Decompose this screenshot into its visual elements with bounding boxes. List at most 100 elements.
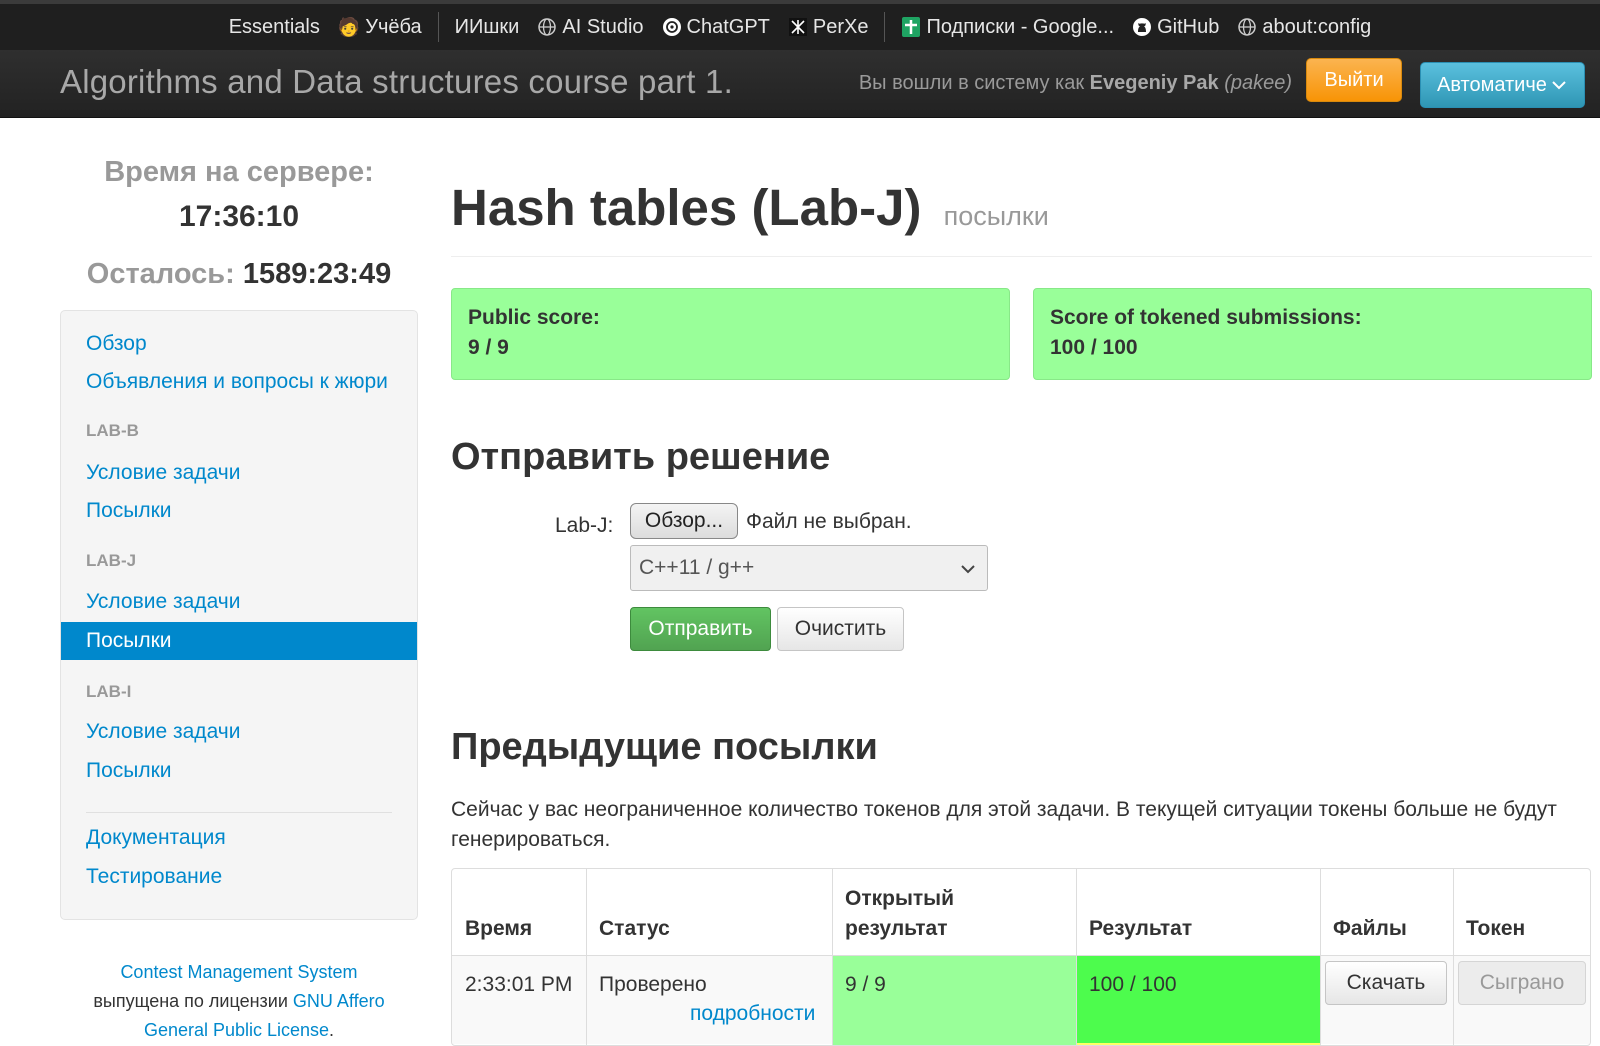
sidebar-item-testing[interactable]: Тестирование	[61, 858, 417, 896]
previous-submissions-heading: Предыдущие посылки	[451, 726, 878, 768]
token-score-value: 100 / 100	[1050, 336, 1138, 359]
header-status: Статус	[599, 917, 670, 940]
time-remaining: Осталось: 1589:23:49	[60, 258, 418, 291]
bookmark-ai-studio[interactable]: AI Studio	[528, 16, 652, 39]
bookmark-label: Учёба	[365, 15, 422, 38]
sidebar-header-lab-i: LAB-I	[86, 682, 132, 701]
header-time: Время	[465, 917, 533, 940]
login-info: Вы вошли в систему как Evegeniy Pak (pak…	[859, 72, 1292, 95]
language-dropdown[interactable]: Автоматиче	[1420, 62, 1585, 108]
submit-heading: Отправить решение	[451, 436, 831, 478]
cms-link[interactable]: Contest Management System	[120, 962, 357, 982]
top-navbar: Algorithms and Data structures course pa…	[0, 50, 1600, 118]
sheets-icon	[901, 16, 921, 38]
bookmark-github[interactable]: GitHub	[1123, 16, 1228, 39]
column-divider	[586, 869, 587, 1045]
bookmark-label: PerXe	[812, 15, 869, 38]
table-header-divider	[452, 955, 1590, 956]
sidebar-item-lab-i-statement[interactable]: Условие задачи	[61, 713, 417, 751]
footer-released-text: выпущена по лицензии	[93, 991, 288, 1011]
clear-button[interactable]: Очистить	[777, 607, 904, 651]
bookmark-study[interactable]: 🧑 Учёба	[329, 16, 431, 39]
footer: Contest Management System выпущена по ли…	[60, 958, 418, 1045]
token-score-box: Score of tokened submissions: 100 / 100	[1033, 288, 1592, 380]
bookmark-label: ИИшки	[454, 15, 520, 38]
server-time-label: Время на сервере:	[104, 156, 374, 188]
bookmark-label: about:config	[1262, 15, 1372, 38]
submit-button[interactable]: Отправить	[630, 607, 771, 651]
chatgpt-icon	[662, 17, 682, 37]
time-remaining-label: Осталось:	[86, 258, 235, 290]
bookmark-about-config[interactable]: about:config	[1228, 16, 1380, 39]
sidebar-item-lab-j-submissions[interactable]: Посылки	[61, 622, 417, 660]
browse-file-button[interactable]: Обзор...	[630, 503, 738, 539]
row-status: Проверено	[599, 973, 707, 996]
login-prefix: Вы вошли в систему как	[858, 72, 1085, 94]
logout-button[interactable]: Выйти	[1306, 58, 1402, 102]
footer-period: .	[329, 1020, 335, 1040]
bookmark-label: Essentials	[228, 15, 320, 38]
row-public-result: 9 / 9	[845, 973, 886, 996]
sidebar-item-overview[interactable]: Обзор	[61, 325, 417, 363]
bookmark-chatgpt[interactable]: ChatGPT	[653, 16, 779, 39]
public-score-label: Public score:	[468, 306, 600, 329]
bookmark-label: AI Studio	[562, 15, 644, 38]
result-cell	[1076, 956, 1320, 1045]
submissions-table: Время Статус Открытый результат Результа…	[451, 868, 1591, 1046]
github-icon	[1132, 17, 1152, 37]
row-result: 100 / 100	[1089, 973, 1177, 996]
public-score-box: Public score: 9 / 9	[451, 288, 1010, 380]
header-result: Результат	[1089, 917, 1193, 940]
bookmark-label: ChatGPT	[686, 15, 770, 38]
bookmark-label: GitHub	[1157, 15, 1220, 38]
license-link-part-2[interactable]: General Public License	[144, 1020, 329, 1040]
sidebar-item-lab-b-statement[interactable]: Условие задачи	[61, 454, 417, 492]
bookmark-perxe[interactable]: PerXe	[779, 16, 878, 39]
row-time: 2:33:01 PM	[465, 973, 573, 996]
tokens-info-text: Сейчас у вас неограниченное количество т…	[451, 798, 1557, 851]
header-public-result: Открытый результат	[845, 884, 954, 944]
bookmark-ai-folder[interactable]: ИИшки	[446, 16, 529, 39]
user-login: (pakee)	[1224, 72, 1292, 94]
token-button[interactable]: Сыграно	[1458, 961, 1586, 1005]
sidebar-item-announcements[interactable]: Объявления и вопросы к жюри	[61, 363, 417, 401]
public-result-cell	[832, 956, 1076, 1045]
bookmark-separator	[884, 12, 886, 42]
header-public-result-line2: результат	[845, 917, 948, 940]
sidebar-divider	[86, 812, 392, 813]
column-divider	[1453, 869, 1454, 1045]
sidebar-item-lab-i-submissions[interactable]: Посылки	[61, 752, 417, 790]
bookmark-essentials[interactable]: Essentials	[220, 16, 329, 39]
bookmark-subscriptions[interactable]: Подписки - Google...	[892, 16, 1123, 39]
sidebar-item-lab-j-statement[interactable]: Условие задачи	[61, 583, 417, 621]
page-title: Hash tables (Lab-J) посылки	[451, 178, 1049, 237]
header-files: Файлы	[1333, 917, 1407, 940]
bookmark-separator	[437, 12, 439, 42]
sidebar-item-lab-b-submissions[interactable]: Посылки	[61, 492, 417, 530]
contest-title[interactable]: Algorithms and Data structures course pa…	[60, 63, 733, 101]
time-remaining-value: 1589:23:49	[242, 258, 392, 290]
bookmark-label: Подписки - Google...	[926, 15, 1115, 38]
file-status-text: Файл не выбран.	[746, 510, 912, 533]
token-score-label: Score of tokened submissions:	[1050, 306, 1362, 329]
language-dropdown-label: Автоматиче	[1437, 73, 1547, 96]
header-token: Токен	[1466, 917, 1526, 940]
globe-icon	[537, 17, 557, 37]
bookmarks-bar: Essentials 🧑 Учёба ИИшки AI Studio ChatG…	[0, 0, 1600, 50]
column-divider	[832, 869, 833, 1045]
file-field-label: Lab-J:	[555, 514, 614, 537]
row-details-link[interactable]: подробности	[690, 1002, 815, 1026]
user-name: Evegeniy Pak	[1089, 72, 1219, 94]
language-select[interactable]: C++11 / g++	[630, 545, 988, 591]
header-public-result-line1: Открытый	[845, 887, 955, 910]
public-score-value: 9 / 9	[468, 336, 509, 359]
page-title-text: Hash tables (Lab-J)	[451, 179, 922, 236]
column-divider	[1320, 869, 1321, 1045]
graduate-emoji-icon: 🧑	[337, 16, 361, 37]
download-button[interactable]: Скачать	[1325, 961, 1447, 1005]
license-link-part-1[interactable]: GNU Affero	[293, 991, 385, 1011]
title-divider	[451, 256, 1592, 257]
sidebar-item-documentation[interactable]: Документация	[61, 819, 417, 857]
sidebar-nav: Обзор Объявления и вопросы к жюри LAB-B …	[60, 310, 418, 920]
sidebar-header-lab-b: LAB-B	[86, 421, 139, 440]
